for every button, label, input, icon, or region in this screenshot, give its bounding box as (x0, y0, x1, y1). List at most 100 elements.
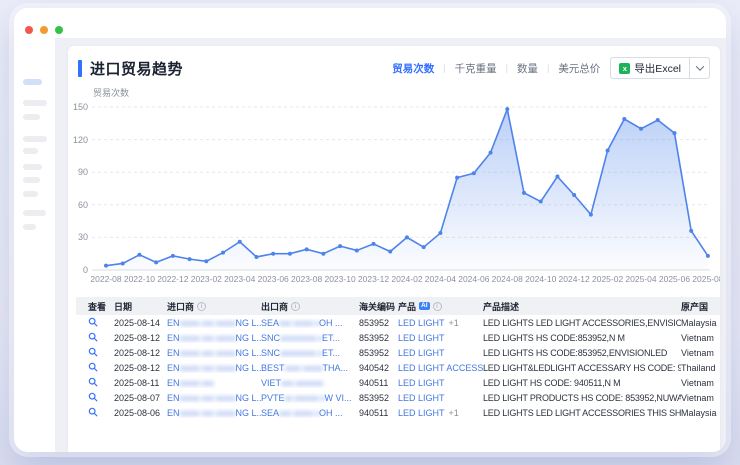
data-point-2025-03[interactable] (622, 117, 626, 121)
exporter-link[interactable]: SEAxxx xxxxx xOH ... (261, 318, 343, 328)
metric-tab-3[interactable]: 数量 (517, 61, 538, 76)
importer-link[interactable]: ENxxxxx xxx (167, 378, 214, 388)
data-point-2023-06[interactable] (271, 252, 275, 256)
export-excel-button[interactable]: x 导出Excel (611, 58, 689, 78)
view-detail-button[interactable] (88, 407, 98, 419)
importer-link[interactable]: ENxxxxx xxx xxxxxNG L... (167, 408, 261, 418)
metric-tab-4[interactable]: 美元总价 (558, 61, 600, 76)
export-dropdown-button[interactable] (689, 58, 709, 78)
product-link[interactable]: LED LIGHT (398, 348, 445, 358)
data-point-2024-02[interactable] (405, 235, 409, 239)
magnifier-icon (88, 349, 98, 359)
zoom-window-button[interactable] (55, 26, 63, 34)
product-link[interactable]: LED LIGHT (398, 393, 445, 403)
product-link[interactable]: LED LIGHT (398, 318, 445, 328)
exporter-link-redacted-text: xxxxxxxxx x (280, 333, 322, 343)
metric-tab-2[interactable]: 千克重量 (455, 61, 497, 76)
cell-date: 2025-08-06 (114, 408, 167, 418)
data-point-2024-11[interactable] (555, 175, 559, 179)
cell-origin-country: Thailand (681, 363, 720, 373)
cell-date: 2025-08-11 (114, 378, 167, 388)
data-point-2024-09[interactable] (522, 191, 526, 195)
data-point-2023-10[interactable] (338, 244, 342, 248)
x-axis-tick-2022-08: 2022-08 (90, 274, 121, 284)
sidebar-item-8[interactable] (23, 191, 38, 197)
data-point-2023-08[interactable] (305, 247, 309, 251)
sidebar-item-4[interactable] (23, 136, 47, 142)
data-point-2025-02[interactable] (606, 148, 610, 152)
data-point-2024-06[interactable] (472, 171, 476, 175)
data-point-2024-12[interactable] (572, 193, 576, 197)
metric-tab-1[interactable]: 贸易次数 (392, 61, 434, 76)
sidebar-item-5[interactable] (23, 148, 38, 154)
data-point-2022-11[interactable] (154, 260, 158, 264)
y-axis-tick-0: 0 (68, 265, 88, 275)
importer-link-visible-prefix: EN (167, 318, 180, 328)
data-point-2024-10[interactable] (539, 200, 543, 204)
product-more-badge[interactable]: +1 (449, 408, 459, 418)
sidebar-item-3[interactable] (23, 114, 40, 120)
info-icon[interactable]: i (433, 302, 442, 311)
minimize-window-button[interactable] (40, 26, 48, 34)
product-link[interactable]: LED LIGHT ACCESSORY (398, 363, 483, 373)
data-point-2025-05[interactable] (656, 118, 660, 122)
product-more-badge[interactable]: +1 (449, 318, 459, 328)
importer-link[interactable]: ENxxxxx xxx xxxxxNG L... (167, 393, 261, 403)
data-point-2023-01[interactable] (188, 257, 192, 261)
sidebar-item-7[interactable] (23, 177, 40, 183)
importer-link[interactable]: ENxxxxx xxx xxxxxNG L... (167, 333, 261, 343)
cell-exporter: SNCxxxxxxxxx xET... (261, 348, 359, 358)
importer-link[interactable]: ENxxxxx xxx xxxxxNG L... (167, 318, 261, 328)
data-point-2023-04[interactable] (238, 240, 242, 244)
importer-link[interactable]: ENxxxxx xxx xxxxxNG L... (167, 363, 261, 373)
sidebar-item-6[interactable] (23, 164, 42, 170)
product-link[interactable]: LED LIGHT (398, 378, 445, 388)
product-link[interactable]: LED LIGHT (398, 408, 445, 418)
exporter-link[interactable]: SNCxxxxxxxxx xET... (261, 333, 340, 343)
data-point-2024-03[interactable] (422, 245, 426, 249)
cell-hs-code: 940542 (359, 363, 398, 373)
data-point-2025-08[interactable] (706, 254, 710, 258)
close-window-button[interactable] (25, 26, 33, 34)
sidebar-item-2[interactable] (23, 100, 47, 106)
data-point-2023-07[interactable] (288, 252, 292, 256)
data-point-2024-05[interactable] (455, 176, 459, 180)
data-point-2022-10[interactable] (137, 253, 141, 257)
sidebar-item-1[interactable] (23, 79, 42, 85)
data-point-2024-08[interactable] (505, 107, 509, 111)
data-point-2024-07[interactable] (489, 151, 493, 155)
view-detail-button[interactable] (88, 377, 98, 389)
view-detail-button[interactable] (88, 362, 98, 374)
data-point-2022-09[interactable] (121, 261, 125, 265)
data-point-2024-01[interactable] (388, 250, 392, 254)
data-point-2025-01[interactable] (589, 213, 593, 217)
product-link[interactable]: LED LIGHT (398, 333, 445, 343)
data-point-2023-09[interactable] (321, 252, 325, 256)
info-icon[interactable]: i (197, 302, 206, 311)
data-point-2022-12[interactable] (171, 254, 175, 258)
data-point-2025-06[interactable] (672, 131, 676, 135)
data-point-2024-04[interactable] (438, 231, 442, 235)
data-point-2025-04[interactable] (639, 127, 643, 131)
sidebar-item-10[interactable] (23, 224, 36, 230)
data-point-2023-05[interactable] (254, 255, 258, 259)
info-icon[interactable]: i (291, 302, 300, 311)
exporter-link[interactable]: SEAxxx xxxxx xOH ... (261, 408, 343, 418)
view-detail-button[interactable] (88, 392, 98, 404)
data-point-2023-03[interactable] (221, 251, 225, 255)
data-point-2025-07[interactable] (689, 229, 693, 233)
data-point-2023-02[interactable] (204, 259, 208, 263)
exporter-link[interactable]: VIETxxx xxxxxxx (261, 378, 323, 388)
view-detail-button[interactable] (88, 317, 98, 329)
exporter-link[interactable]: PVTExx xxxxxx xW VI... (261, 393, 352, 403)
view-detail-button[interactable] (88, 332, 98, 344)
data-point-2023-12[interactable] (372, 242, 376, 246)
data-point-2022-08[interactable] (104, 264, 108, 268)
importer-link[interactable]: ENxxxxx xxx xxxxxNG L... (167, 348, 261, 358)
data-point-2023-11[interactable] (355, 248, 359, 252)
sidebar-item-9[interactable] (23, 210, 46, 216)
view-detail-button[interactable] (88, 347, 98, 359)
exporter-link[interactable]: BESTxxxx xxxxxTHA... (261, 363, 348, 373)
exporter-link[interactable]: SNCxxxxxxxxx xET... (261, 348, 340, 358)
trend-chart[interactable] (92, 104, 710, 276)
